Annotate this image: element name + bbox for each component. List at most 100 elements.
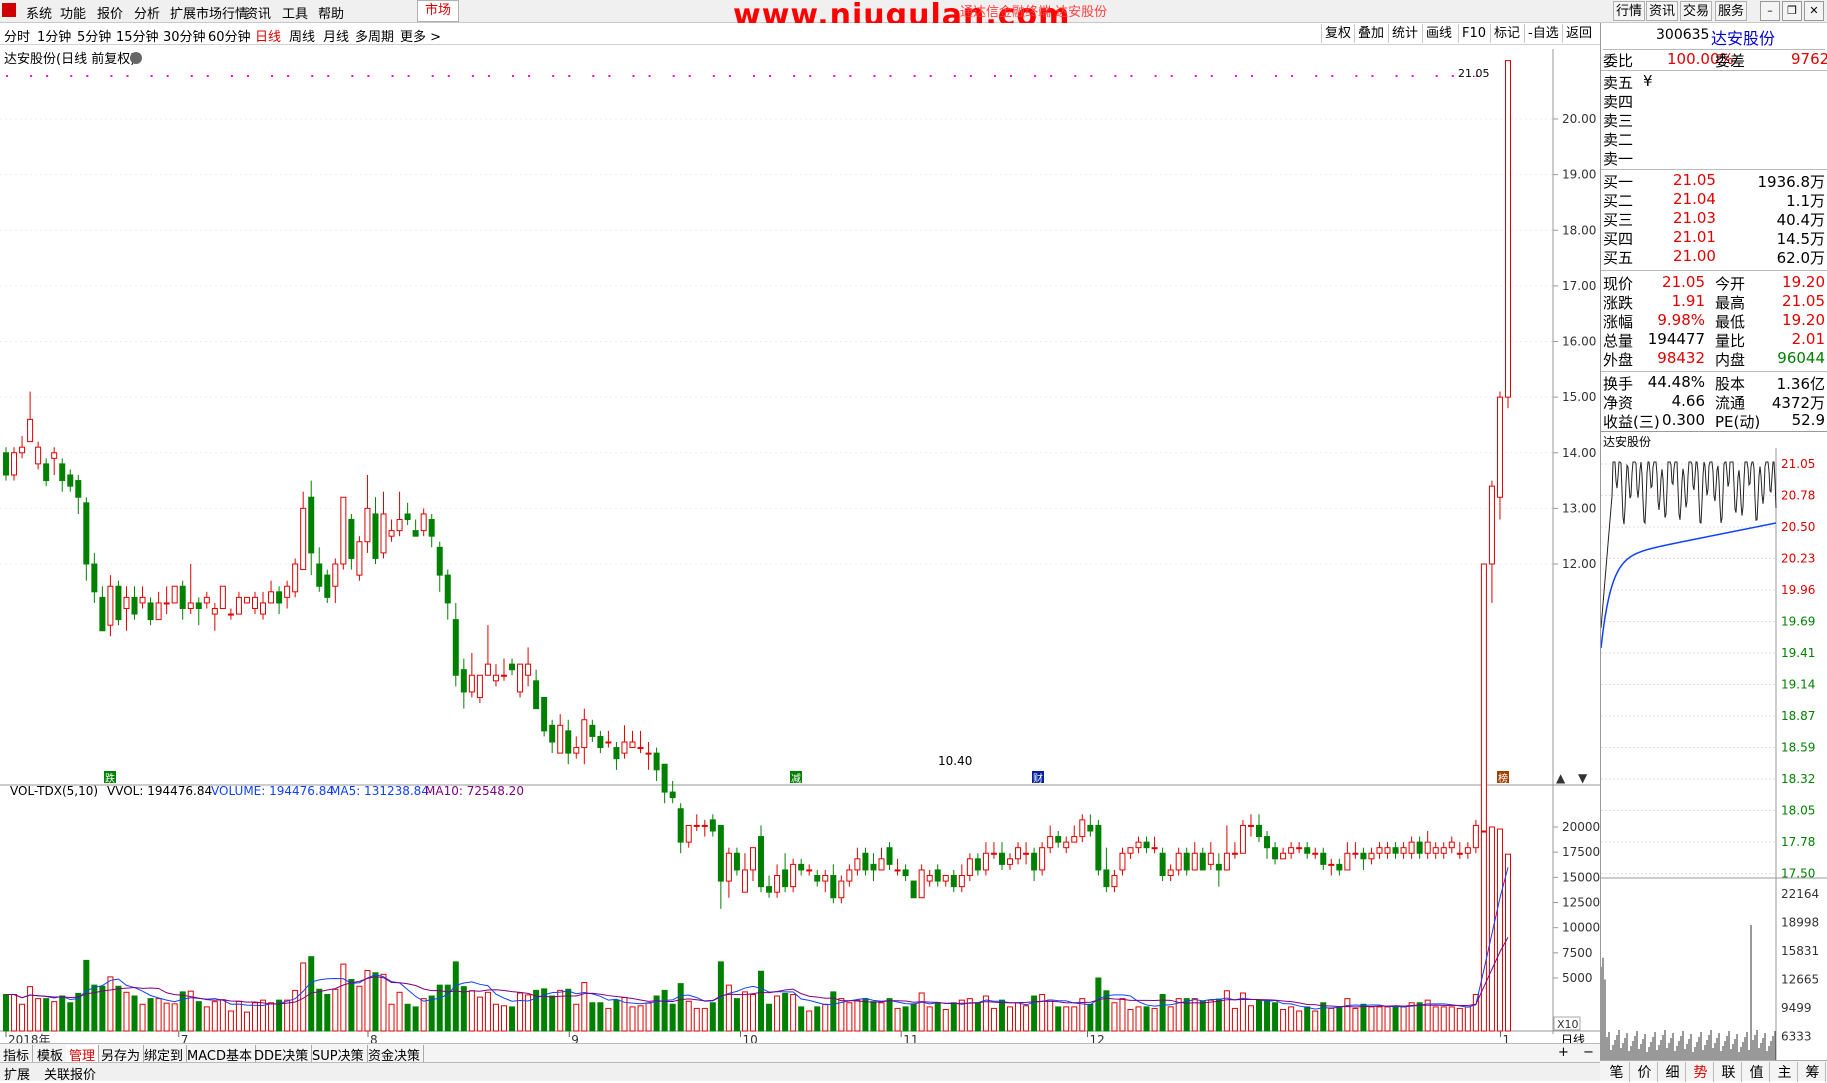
volume-bar[interactable] <box>461 987 466 1031</box>
volume-bar[interactable] <box>887 999 892 1031</box>
candle-body[interactable] <box>1393 848 1398 854</box>
candle-body[interactable] <box>357 542 362 575</box>
menu-analysis[interactable]: 分析 <box>134 3 160 22</box>
volume-bar[interactable] <box>1192 999 1197 1031</box>
volume-bar[interactable] <box>277 1000 282 1031</box>
candle-body[interactable] <box>534 681 539 709</box>
volume-bar[interactable] <box>614 1000 619 1031</box>
candle-body[interactable] <box>1032 853 1037 870</box>
candle-body[interactable] <box>807 870 812 871</box>
volume-bar[interactable] <box>734 999 739 1031</box>
volume-bar[interactable] <box>124 992 129 1031</box>
candle-body[interactable] <box>1281 853 1286 859</box>
candle-body[interactable] <box>678 809 683 842</box>
candle-body[interactable] <box>68 475 73 486</box>
candle-body[interactable] <box>935 870 940 881</box>
volume-bar[interactable] <box>1321 1003 1326 1031</box>
candle-body[interactable] <box>614 748 619 759</box>
volume-bar[interactable] <box>1361 1004 1366 1031</box>
candle-body[interactable] <box>783 870 788 887</box>
candle-body[interactable] <box>1506 61 1511 398</box>
candle-body[interactable] <box>1064 842 1069 848</box>
candle-body[interactable] <box>373 514 378 559</box>
volume-bar[interactable] <box>204 1007 209 1031</box>
candle-body[interactable] <box>1128 848 1133 854</box>
candle-body[interactable] <box>477 675 482 697</box>
candle-body[interactable] <box>1144 842 1149 848</box>
volume-bar[interactable] <box>156 999 161 1031</box>
candle-body[interactable] <box>1176 853 1181 870</box>
candle-body[interactable] <box>269 592 274 603</box>
candle-body[interactable] <box>1072 837 1077 843</box>
volume-bar[interactable] <box>702 1008 707 1031</box>
volume-bar[interactable] <box>148 999 153 1031</box>
candle-body[interactable] <box>100 597 105 630</box>
candle-body[interactable] <box>1136 842 1141 848</box>
candle-body[interactable] <box>1224 853 1229 870</box>
candle-body[interactable] <box>1216 864 1221 870</box>
candle-body[interactable] <box>991 853 996 854</box>
volume-bar[interactable] <box>759 971 764 1031</box>
candle-body[interactable] <box>606 742 611 743</box>
volume-bar[interactable] <box>212 1002 217 1031</box>
sell-row-5[interactable]: 卖五 ¥ <box>1603 72 1825 91</box>
volume-bar[interactable] <box>815 1007 820 1031</box>
candle-body[interactable] <box>630 742 635 748</box>
candle-body[interactable] <box>4 453 9 475</box>
period-tab[interactable]: 1分钟 <box>37 26 71 45</box>
candle-body[interactable] <box>381 514 386 553</box>
candle-body[interactable] <box>823 876 828 882</box>
volume-bar[interactable] <box>1128 1010 1133 1031</box>
volume-bar[interactable] <box>1385 1007 1390 1031</box>
candle-body[interactable] <box>140 597 145 603</box>
volume-bar[interactable] <box>646 1003 651 1031</box>
period-tab[interactable]: 5分钟 <box>77 26 111 45</box>
volume-bar[interactable] <box>686 1001 691 1031</box>
candle-body[interactable] <box>325 575 330 597</box>
volume-bar[interactable] <box>228 1011 233 1031</box>
volume-bar[interactable] <box>244 1012 249 1031</box>
volume-bar[interactable] <box>68 1003 73 1031</box>
volume-bar[interactable] <box>325 995 330 1031</box>
volume-bar[interactable] <box>606 1008 611 1031</box>
volume-bar[interactable] <box>1337 1007 1342 1031</box>
top-button-trade[interactable]: 交易 <box>1680 1 1712 21</box>
volume-bar[interactable] <box>116 986 121 1031</box>
candle-body[interactable] <box>775 876 780 893</box>
candle-body[interactable] <box>791 864 796 886</box>
volume-bar[interactable] <box>1273 1003 1278 1031</box>
volume-bar[interactable] <box>775 996 780 1031</box>
market-tab[interactable]: 市场 <box>417 0 459 22</box>
candle-body[interactable] <box>558 725 563 753</box>
candle-body[interactable] <box>12 453 17 475</box>
volume-bar[interactable] <box>1112 1003 1117 1031</box>
volume-bar[interactable] <box>510 1007 515 1031</box>
volume-bar[interactable] <box>590 1003 595 1031</box>
volume-bar[interactable] <box>501 1006 506 1031</box>
volume-bar[interactable] <box>1297 1011 1302 1031</box>
volume-bar[interactable] <box>1449 1007 1454 1031</box>
candle-body[interactable] <box>1160 853 1165 875</box>
volume-bar[interactable] <box>1040 995 1045 1031</box>
candle-body[interactable] <box>1088 825 1093 831</box>
volume-bar[interactable] <box>598 1003 603 1031</box>
candle-body[interactable] <box>959 876 964 887</box>
volume-bar[interactable] <box>750 995 755 1031</box>
candle-body[interactable] <box>1008 859 1013 865</box>
top-button-service[interactable]: 服务 <box>1715 1 1747 21</box>
volume-bar[interactable] <box>919 993 924 1031</box>
menu-ext-market[interactable]: 扩展市场行情 <box>170 3 248 22</box>
volume-bar[interactable] <box>670 1004 675 1031</box>
buy-row-3[interactable]: 买三 21.03 40.4万 <box>1603 209 1825 228</box>
volume-bar[interactable] <box>493 1004 498 1031</box>
candle-body[interactable] <box>333 564 338 586</box>
candle-body[interactable] <box>20 447 25 453</box>
candle-body[interactable] <box>759 837 764 887</box>
volume-bar[interactable] <box>252 1003 257 1031</box>
candle-body[interactable] <box>397 520 402 531</box>
volume-bar[interactable] <box>52 1002 57 1031</box>
candle-body[interactable] <box>437 547 442 575</box>
panel-tab[interactable]: 值 <box>1744 1062 1770 1082</box>
candle-body[interactable] <box>1248 825 1253 826</box>
candle-body[interactable] <box>1345 853 1350 870</box>
